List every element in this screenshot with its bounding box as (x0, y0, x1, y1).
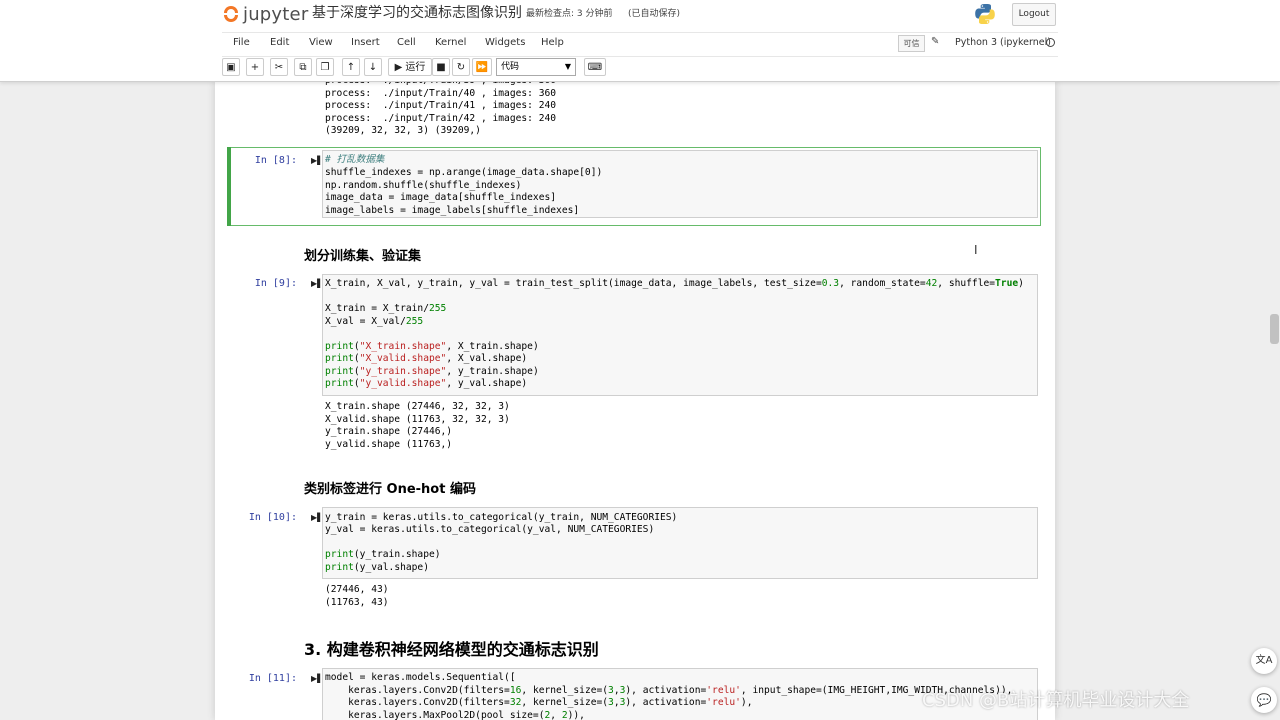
code-10-line1: y_train = keras.utils.to_categorical(y_t… (325, 512, 678, 523)
chevron-down-icon: ▼ (564, 62, 571, 71)
output-9: X_train.shape (27446, 32, 32, 3) X_valid… (325, 401, 510, 450)
selected-cell-indicator (227, 147, 231, 226)
menu-edit[interactable]: Edit (270, 37, 289, 48)
logout-button[interactable]: Logout (1012, 3, 1056, 26)
scissors-icon: ✂ (274, 62, 284, 73)
restart-run-all-button[interactable]: ⏩ (472, 58, 492, 76)
output-10: (27446, 43) (11763, 43) (325, 584, 389, 608)
run-button[interactable]: ▶ 运行 (388, 58, 432, 76)
code-10-print: print(y_train.shape) print(y_val.shape) (325, 549, 441, 573)
fast-forward-icon: ⏩ (475, 62, 489, 73)
copy-button[interactable]: ⧉ (294, 58, 312, 76)
menu-view[interactable]: View (309, 37, 333, 48)
move-up-button[interactable]: ↑ (342, 58, 360, 76)
code-10-line2: y_val = keras.utils.to_categorical(y_val… (325, 524, 655, 535)
edit-pencil-icon[interactable]: ✎ (931, 36, 939, 47)
chat-button[interactable]: 💬 (1251, 687, 1277, 713)
copy-icon: ⧉ (299, 62, 307, 73)
arrow-down-icon: ↓ (368, 62, 378, 73)
insert-cell-button[interactable]: + (246, 58, 264, 76)
code-8-comment: # 打乱数据集 (325, 154, 385, 165)
menu-kernel[interactable]: Kernel (435, 37, 466, 48)
menu-insert[interactable]: Insert (351, 37, 380, 48)
interrupt-button[interactable]: ■ (432, 58, 450, 76)
notebook-title[interactable]: 基于深度学习的交通标志图像识别 (312, 3, 522, 23)
notebook-container: process: ./input/Train/39 , images: 300 … (215, 81, 1055, 720)
menu-help[interactable]: Help (541, 37, 564, 48)
markdown-heading-split: 划分训练集、验证集 (304, 249, 422, 264)
notebook-header: jupyter 基于深度学习的交通标志图像识别 最新检查点: 3 分钟前 (已自… (0, 0, 1280, 82)
cell-prompt-8: In [8]: (254, 155, 297, 166)
code-11-body: model = keras.models.Sequential([ keras.… (325, 672, 1013, 720)
cut-button[interactable]: ✂ (270, 58, 288, 76)
text-cursor-icon: I (974, 243, 978, 257)
checkpoint-status: 最新检查点: 3 分钟前 (526, 9, 613, 19)
arrow-up-icon: ↑ (346, 62, 356, 73)
save-icon: ▣ (226, 62, 236, 73)
python-logo-icon (975, 4, 995, 24)
cell-type-select[interactable]: 代码 ▼ (496, 58, 576, 76)
plus-icon: + (250, 62, 260, 73)
cell-type-value: 代码 (501, 62, 520, 72)
command-palette-button[interactable]: ⌨ (584, 58, 606, 76)
menu-cell[interactable]: Cell (397, 37, 416, 48)
jupyter-logo[interactable]: jupyter (224, 3, 308, 25)
chat-icon: 💬 (1256, 693, 1272, 707)
move-down-button[interactable]: ↓ (364, 58, 382, 76)
kernel-status-icon (1046, 38, 1055, 47)
save-button[interactable]: ▣ (222, 58, 240, 76)
menu-widgets[interactable]: Widgets (485, 37, 525, 48)
paste-icon: ❐ (320, 62, 330, 73)
code-8-body: shuffle_indexes = np.arange(image_data.s… (325, 167, 603, 216)
stop-icon: ■ (436, 62, 446, 73)
cell-prompt-11: In [11]: (248, 673, 297, 684)
page-scrollbar[interactable] (1270, 314, 1279, 344)
jupyter-logo-icon (224, 5, 238, 23)
cell-prompt-10: In [10]: (248, 512, 297, 523)
markdown-heading-onehot: 类别标签进行 One-hot 编码 (304, 482, 476, 497)
trusted-badge[interactable]: 可信 (898, 35, 925, 52)
code-9-body: X_train, X_val, y_train, y_val = train_t… (325, 278, 1024, 389)
kernel-name[interactable]: Python 3 (ipykernel) (955, 37, 1051, 48)
keyboard-icon: ⌨ (587, 62, 603, 73)
restart-icon: ↻ (456, 62, 466, 73)
menu-file[interactable]: File (233, 37, 250, 48)
jupyter-logo-text: jupyter (243, 3, 309, 25)
paste-button[interactable]: ❐ (316, 58, 334, 76)
output-previous: process: ./input/Train/39 , images: 300 … (325, 81, 557, 136)
cell-prompt-9: In [9]: (254, 278, 297, 289)
watermark: CSDN @B站计算机毕业设计大全 (922, 690, 1190, 711)
markdown-heading-cnn: 3. 构建卷积神经网络模型的交通标志识别 (304, 640, 599, 659)
restart-button[interactable]: ↻ (452, 58, 470, 76)
translate-button[interactable]: 文A (1251, 648, 1277, 674)
autosave-status: (已自动保存) (628, 9, 681, 19)
